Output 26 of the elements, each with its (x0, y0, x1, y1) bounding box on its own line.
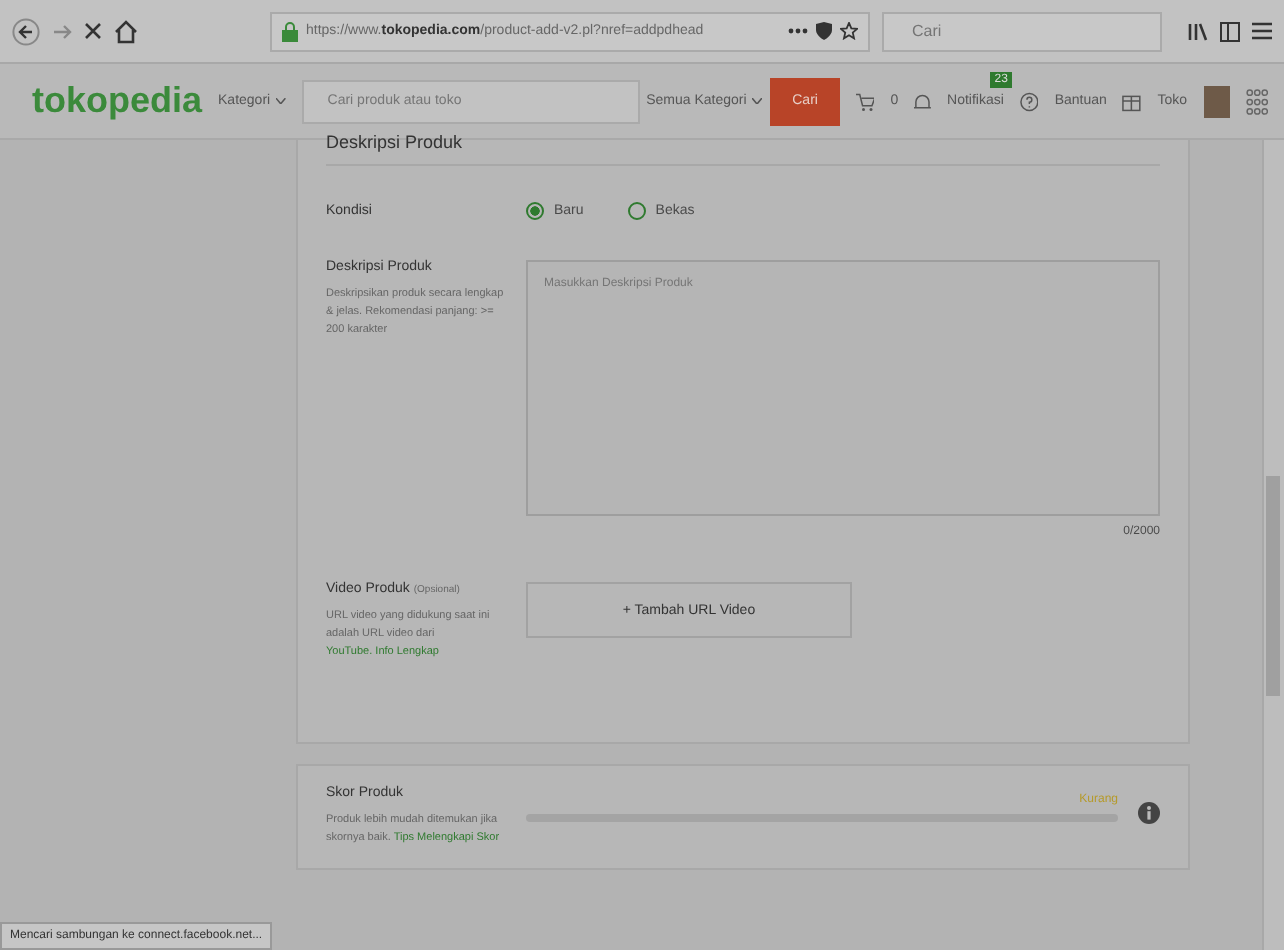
help-icon[interactable] (1019, 91, 1039, 111)
section-title: Deskripsi Produk (326, 132, 1160, 166)
shield-icon[interactable] (816, 22, 832, 40)
bookmark-star-icon[interactable] (840, 22, 858, 40)
library-icon[interactable] (1188, 21, 1208, 41)
close-icon[interactable] (84, 22, 102, 40)
forward-icon[interactable] (52, 21, 72, 41)
lock-icon (282, 21, 298, 41)
chevron-down-icon[interactable] (752, 98, 763, 104)
apps-grid-icon[interactable] (1245, 87, 1268, 115)
scrollbar-thumb[interactable] (1266, 475, 1280, 695)
more-icon[interactable] (788, 28, 808, 34)
back-icon[interactable] (12, 17, 40, 45)
menu-icon[interactable] (1252, 22, 1272, 40)
radio-button[interactable] (526, 202, 544, 220)
browser-search-field[interactable]: Cari (882, 11, 1162, 51)
shop-icon[interactable] (1122, 91, 1142, 111)
radio-button[interactable] (627, 202, 646, 220)
bell-icon[interactable] (914, 91, 932, 111)
info-icon[interactable] (1138, 802, 1160, 824)
avatar[interactable] (1203, 85, 1230, 117)
sidebar-icon[interactable] (1220, 21, 1240, 41)
cart-icon[interactable] (855, 91, 875, 111)
site-logo[interactable]: tokopedia (32, 80, 203, 122)
home-icon[interactable] (114, 19, 138, 43)
chevron-down-icon[interactable] (276, 98, 286, 104)
